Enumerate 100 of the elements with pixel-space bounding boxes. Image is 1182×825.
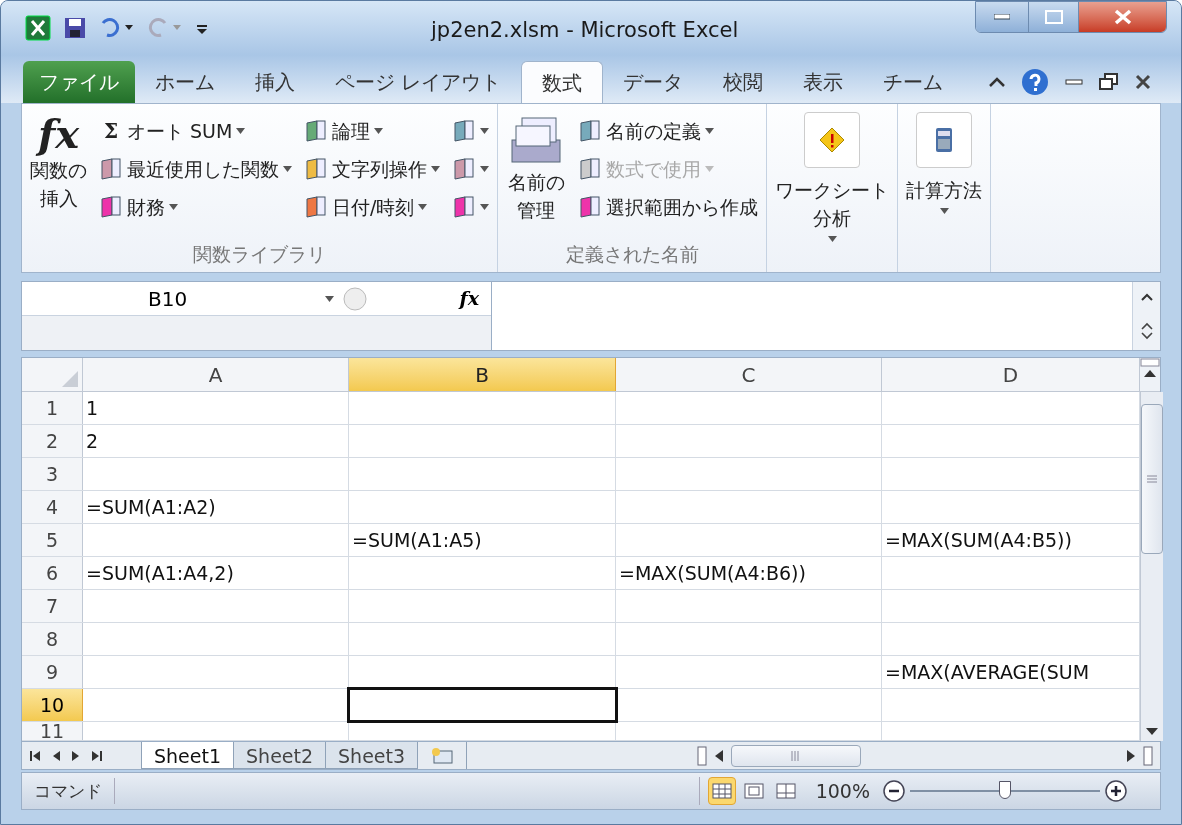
ribbon-tab[interactable]: ホーム [135, 61, 235, 103]
ribbon-tab[interactable]: 挿入 [235, 61, 315, 103]
caret-icon [480, 128, 489, 134]
ribbon-big-button[interactable]: fx 関数の 挿入 [26, 108, 91, 240]
row-header[interactable]: 3 [22, 458, 83, 490]
row-header[interactable]: 10 [22, 689, 83, 721]
ribbon-button[interactable]: Σ オート SUM [95, 112, 296, 150]
button-label: 分析 [813, 206, 851, 231]
scroll-right-icon[interactable] [1127, 749, 1136, 762]
row-header[interactable]: 2 [22, 425, 83, 457]
book-icon [304, 119, 328, 143]
caret-icon [374, 128, 383, 134]
ribbon-button[interactable]: 財務 [95, 188, 296, 226]
zoom-slider-thumb[interactable] [999, 781, 1011, 799]
ribbon-button[interactable]: 論理 [300, 112, 444, 150]
horizontal-scrollbar-thumb[interactable] [731, 744, 862, 767]
row-header[interactable]: 9 [22, 656, 83, 688]
column-header[interactable]: B [349, 358, 616, 391]
first-sheet-icon[interactable] [30, 750, 40, 761]
minimize-icon[interactable] [1065, 79, 1083, 85]
cell-text[interactable]: =SUM(A1:A5) [352, 525, 482, 555]
ribbon-big-button[interactable]: 名前の 管理 [502, 108, 570, 240]
ribbon-big-button[interactable]: ワークシート 分析 [771, 108, 893, 242]
button-label: 管理 [517, 198, 555, 223]
row-header[interactable]: 4 [22, 491, 83, 523]
book-icon [304, 157, 328, 181]
ribbon-tab[interactable]: データ [603, 61, 704, 103]
ribbon-tab[interactable]: ファイル [23, 61, 135, 103]
collapse-ribbon-icon[interactable] [989, 77, 1005, 87]
book-icon [452, 157, 476, 181]
minimize-button[interactable] [976, 2, 1028, 32]
zoom-out-icon[interactable] [882, 779, 906, 803]
sheet-tab[interactable]: Sheet1 [141, 742, 235, 769]
ribbon-button[interactable]: 文字列操作 [300, 150, 444, 188]
book-icon [578, 119, 602, 143]
active-cell[interactable] [349, 689, 616, 721]
book-icon [452, 195, 476, 219]
ribbon-button[interactable]: 日付/時刻 [300, 188, 444, 226]
ribbon-tab[interactable]: ページ レイアウト [315, 61, 522, 103]
caret-icon [939, 208, 949, 214]
split-handle-icon[interactable] [697, 745, 708, 766]
save-icon[interactable] [63, 16, 87, 40]
column-header[interactable]: C [616, 358, 882, 391]
zoom-level[interactable]: 100% [815, 776, 870, 806]
cell-text[interactable]: =MAX(AVERAGE(SUM [885, 657, 1090, 687]
button-label: 計算方法 [906, 178, 982, 203]
book-icon [99, 157, 123, 181]
sheet-tab[interactable]: Sheet2 [233, 742, 327, 769]
sheet-tab[interactable]: Sheet3 [325, 742, 419, 769]
caret-icon [418, 204, 428, 210]
zoom-in-icon[interactable] [1104, 779, 1128, 803]
caret-icon [480, 204, 489, 210]
caret-icon [236, 128, 246, 134]
cell-text[interactable]: 1 [86, 393, 99, 423]
caret-icon [705, 166, 714, 172]
cell-text[interactable]: =MAX(SUM(A4:B5)) [885, 525, 1072, 555]
row-header[interactable]: 7 [22, 590, 83, 622]
last-sheet-icon[interactable] [92, 750, 102, 761]
next-sheet-icon[interactable] [72, 750, 80, 761]
row-header[interactable]: 1 [22, 392, 83, 424]
ribbon-big-button[interactable]: 計算方法 [902, 108, 986, 240]
caret-icon [169, 204, 178, 210]
cell-text[interactable]: =SUM(A1:A4,2) [86, 558, 234, 588]
minimize-icon [994, 14, 1010, 20]
caret-icon [480, 166, 489, 172]
scroll-left-icon[interactable] [715, 749, 724, 762]
window-title: jp2en2.xlsm - Microsoft Excel [431, 17, 739, 44]
ribbon-button[interactable]: 名前の定義 [574, 112, 762, 150]
restore-icon[interactable] [1099, 73, 1119, 91]
excel-logo-icon[interactable] [25, 15, 51, 41]
scroll-up-icon[interactable] [1143, 368, 1157, 378]
ribbon-tab[interactable]: チーム [863, 61, 964, 103]
cell-text[interactable]: =MAX(SUM(A4:B6)) [619, 558, 806, 588]
row-header[interactable]: 8 [22, 623, 83, 655]
cell-text[interactable]: =SUM(A1:A2) [86, 492, 216, 522]
row-header[interactable]: 11 [22, 722, 83, 740]
undo-icon[interactable] [99, 17, 135, 39]
row-header[interactable]: 6 [22, 557, 83, 589]
book-icon [99, 195, 123, 219]
help-icon[interactable] [1021, 68, 1049, 96]
view-button[interactable] [707, 777, 736, 805]
scroll-down-icon[interactable] [1145, 727, 1159, 737]
close-icon[interactable] [1135, 74, 1151, 90]
grip-icon [1147, 475, 1157, 483]
row-header[interactable]: 5 [22, 524, 83, 556]
ribbon-tab[interactable]: 校閲 [703, 61, 784, 103]
ribbon-button[interactable]: 選択範囲から作成 [574, 188, 762, 226]
close-icon [1113, 9, 1132, 25]
scrollbar-thumb[interactable] [1141, 404, 1163, 554]
close-button[interactable] [1078, 2, 1166, 32]
new-sheet-icon [430, 746, 455, 765]
ribbon-tab[interactable]: 数式 [521, 61, 604, 103]
cell-text[interactable]: 2 [86, 426, 99, 456]
caret-icon [283, 166, 292, 172]
ribbon-tab[interactable]: 表示 [783, 61, 864, 103]
ribbon-button[interactable]: 最近使用した関数 [95, 150, 296, 188]
split-handle-icon[interactable] [1143, 745, 1154, 766]
status-mode: コマンド [22, 778, 115, 804]
previous-sheet-icon[interactable] [52, 750, 60, 761]
button-label: ワークシート [775, 178, 889, 203]
